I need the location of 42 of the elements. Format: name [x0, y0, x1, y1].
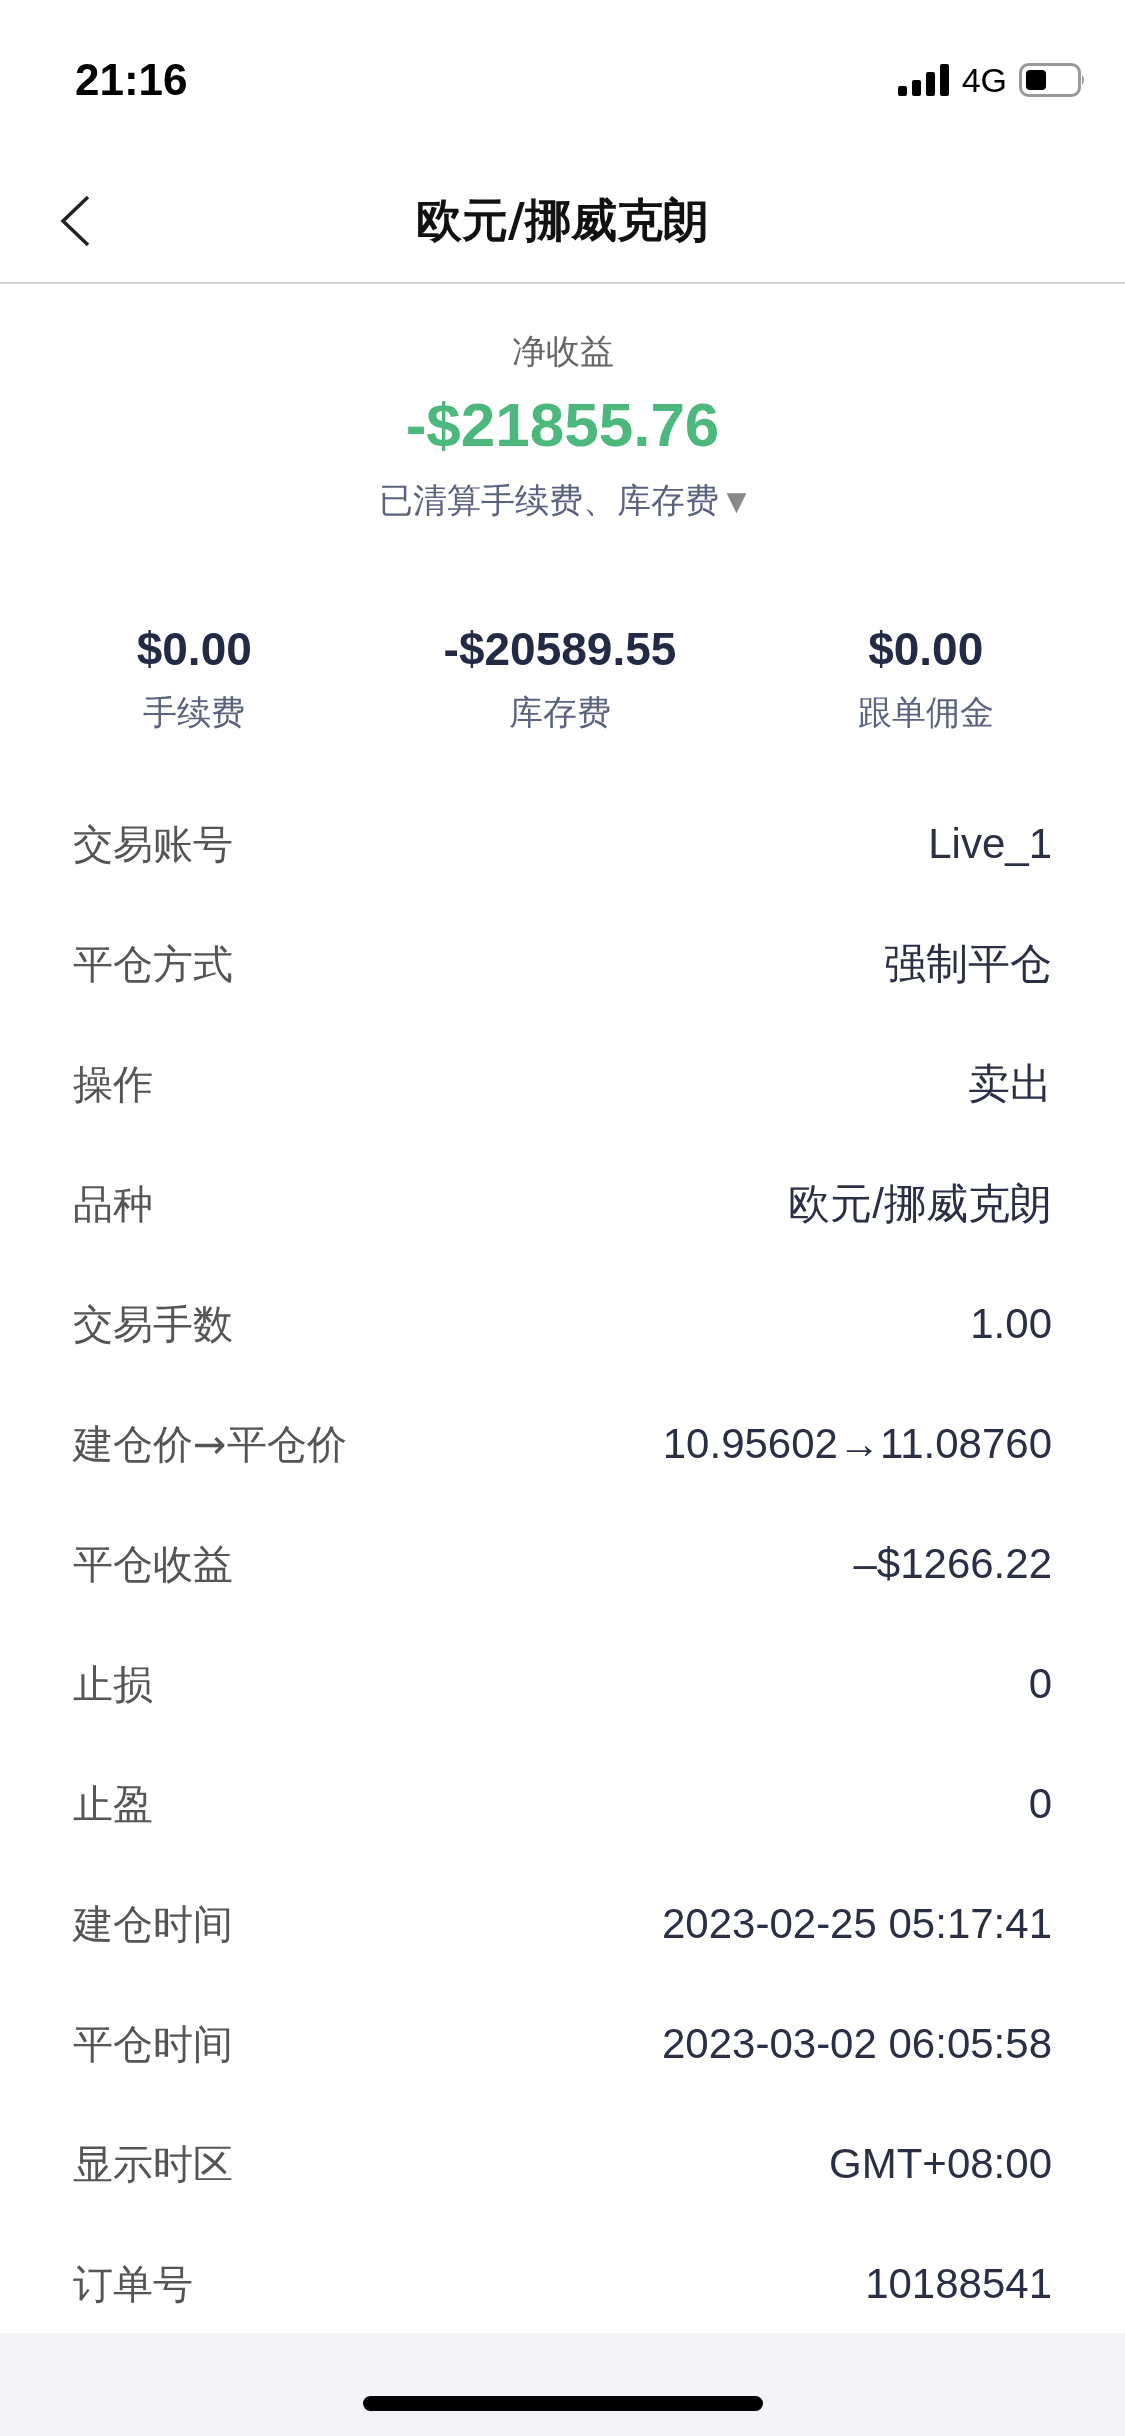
detail-label: 平仓时间	[73, 2019, 233, 2069]
net-profit-label: 净收益	[511, 330, 614, 373]
fees-note: 已清算手续费、库存费	[378, 479, 719, 522]
detail-label: 平仓收益	[73, 1539, 233, 1589]
stat-label: 手续费	[143, 691, 246, 734]
stat-label: 库存费	[509, 691, 611, 734]
detail-value: 2023-02-25 05:17:41	[662, 1900, 1052, 1948]
detail-value: 1.00	[970, 1300, 1052, 1348]
signal-icon	[897, 64, 950, 96]
detail-label: 交易手数	[73, 1299, 233, 1349]
detail-value: 卖出	[968, 1059, 1052, 1109]
detail-value: GMT+08:00	[829, 2140, 1052, 2188]
network-label: 4G	[961, 60, 1007, 100]
detail-value: 0	[1028, 1660, 1052, 1708]
detail-label: 交易账号	[73, 819, 233, 869]
detail-value: –$1266.22	[853, 1540, 1052, 1588]
net-profit-amount: -$21855.76	[405, 389, 720, 460]
detail-value: Live_1	[928, 820, 1052, 868]
detail-value: 强制平仓	[884, 939, 1052, 989]
dropdown-toggle[interactable]: ▼	[726, 486, 747, 516]
detail-label: 平仓方式	[73, 939, 233, 989]
battery-icon	[1019, 63, 1087, 97]
detail-value: 10188541	[865, 2260, 1052, 2308]
detail-label: 品种	[73, 1179, 153, 1229]
detail-value: 欧元/挪威克朗	[788, 1179, 1052, 1229]
detail-label: 显示时区	[73, 2139, 233, 2189]
detail-value: 0	[1028, 1780, 1052, 1828]
back-icon[interactable]	[60, 195, 90, 247]
detail-label: 止损	[73, 1659, 153, 1709]
stat-value: $0.00	[868, 622, 984, 676]
stat-label: 跟单佣金	[857, 691, 994, 734]
page-title: 欧元/挪威克朗	[416, 192, 709, 249]
detail-label: 订单号	[73, 2259, 193, 2309]
detail-label: 操作	[73, 1059, 153, 1109]
detail-label: 建仓价→平仓价	[73, 1419, 347, 1469]
detail-label: 止盈	[73, 1779, 153, 1829]
detail-label: 建仓时间	[73, 1899, 233, 1949]
stat-value: $0.00	[136, 622, 252, 676]
detail-value: 2023-03-02 06:05:58	[662, 2020, 1052, 2068]
status-time: 21:16	[75, 55, 188, 105]
detail-value: 10.95602→11.08760	[662, 1420, 1052, 1468]
stat-value: -$20589.55	[443, 622, 677, 676]
